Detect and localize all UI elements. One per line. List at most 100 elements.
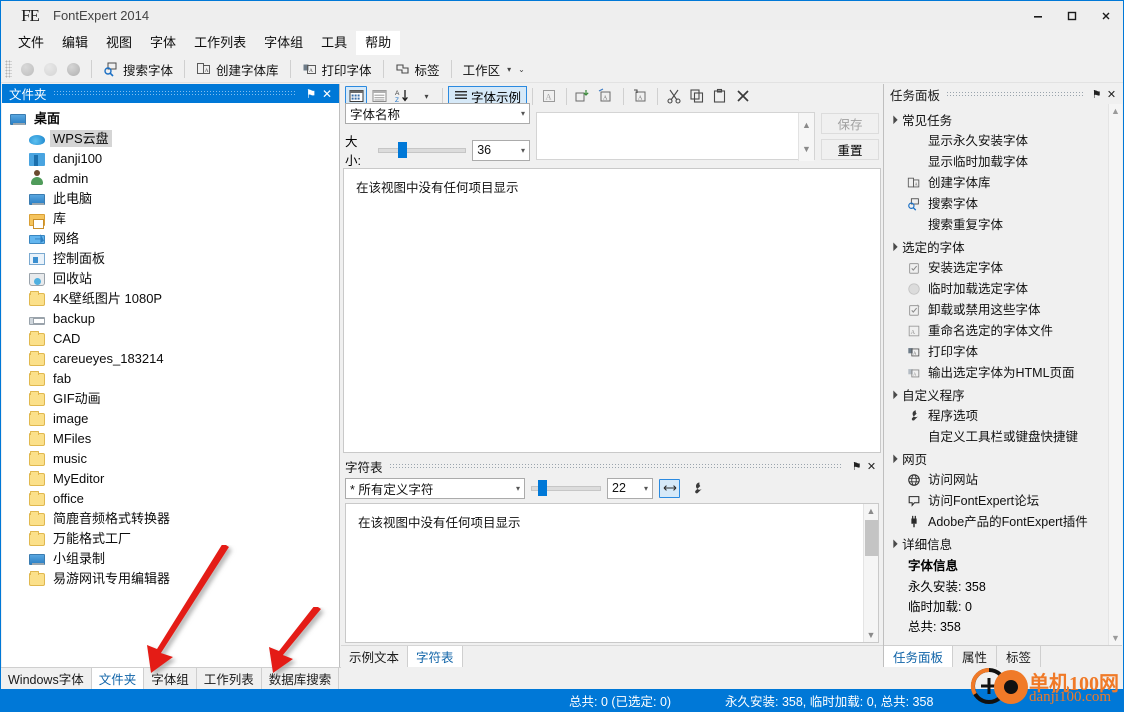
preview-text-box[interactable]: ▲ ▼ — [536, 112, 815, 161]
menu-font[interactable]: 字体 — [141, 31, 185, 55]
delete-icon[interactable] — [732, 86, 754, 106]
tree-item[interactable]: backup — [2, 308, 339, 328]
tree-item[interactable]: fab — [2, 368, 339, 388]
unload-font-icon[interactable]: A — [629, 86, 651, 106]
create-library-button[interactable]: A 创建字体库 — [191, 58, 284, 81]
install-font-icon[interactable] — [572, 86, 594, 106]
paste-icon[interactable] — [709, 86, 731, 106]
save-button[interactable]: 保存 — [821, 112, 879, 134]
nav-forward-icon[interactable] — [44, 62, 57, 76]
menu-view[interactable]: 视图 — [97, 31, 141, 55]
task-section-header[interactable]: ◢ 自定义程序 — [884, 383, 1122, 405]
tree-item[interactable]: CAD — [2, 328, 339, 348]
task-item[interactable]: 临时加载选定字体 — [884, 278, 1122, 299]
tree-item[interactable]: 桌面 — [2, 108, 339, 128]
left-tab[interactable]: 文件夹 — [91, 668, 145, 689]
collapse-triangle-icon[interactable]: ◢ — [888, 114, 899, 125]
scrollbar-thumb[interactable] — [865, 520, 878, 556]
tree-item[interactable]: office — [2, 488, 339, 508]
tree-item[interactable]: 回收站 — [2, 268, 339, 288]
right-tab[interactable]: 任务面板 — [884, 646, 954, 667]
minimize-button[interactable] — [1021, 1, 1055, 31]
charmap-size-slider[interactable] — [531, 479, 601, 497]
tree-item[interactable]: 小组录制 — [2, 548, 339, 568]
charmap-size-combo[interactable]: 22 ▾ — [607, 477, 653, 499]
tree-item[interactable]: music — [2, 448, 339, 468]
charset-filter-combo[interactable]: * 所有定义字符 ▾ — [345, 477, 525, 499]
task-item[interactable]: 访问网站 — [884, 469, 1122, 490]
chevron-down-icon[interactable]: ▾ — [644, 484, 648, 493]
tree-item[interactable]: GIF动画 — [2, 388, 339, 408]
task-item[interactable]: A 创建字体库 — [884, 172, 1122, 193]
task-item[interactable]: 卸载或禁用这些字体 — [884, 299, 1122, 320]
close-button[interactable] — [1089, 1, 1123, 31]
scroll-up-icon[interactable]: ▲ — [867, 504, 876, 516]
center-tab[interactable]: 示例文本 — [341, 646, 409, 667]
tree-item[interactable]: 简鹿音频格式转换器 — [2, 508, 339, 528]
close-icon[interactable]: ✕ — [864, 460, 879, 473]
scroll-down-icon[interactable]: ▼ — [1111, 633, 1120, 643]
close-icon[interactable]: ✕ — [1104, 88, 1119, 101]
task-item[interactable]: A 输出选定字体为HTML页面 — [884, 362, 1122, 383]
task-item[interactable]: Adobe产品的FontExpert插件 — [884, 511, 1122, 532]
chevron-down-icon[interactable]: ▾ — [521, 146, 525, 155]
workspace-button[interactable]: 工作区 ▾ ⌄ — [458, 58, 530, 81]
cut-icon[interactable] — [663, 86, 685, 106]
task-item[interactable]: 搜索字体 — [884, 193, 1122, 214]
menu-edit[interactable]: 编辑 — [53, 31, 97, 55]
maximize-button[interactable] — [1055, 1, 1089, 31]
left-tab[interactable]: 工作列表 — [197, 668, 262, 689]
size-slider[interactable] — [378, 141, 467, 159]
load-font-icon[interactable]: A — [595, 86, 617, 106]
tree-item[interactable]: 控制面板 — [2, 248, 339, 268]
tree-item[interactable]: careueyes_183214 — [2, 348, 339, 368]
right-tab[interactable]: 标签 — [997, 646, 1042, 667]
preview-spinner[interactable]: ▲ ▼ — [798, 113, 814, 161]
left-tab[interactable]: Windows字体 — [1, 668, 92, 689]
menu-help[interactable]: 帮助 — [356, 31, 401, 55]
tree-item[interactable]: admin — [2, 168, 339, 188]
left-tab[interactable]: 数据库搜索 — [262, 668, 340, 689]
tree-item[interactable]: 此电脑 — [2, 188, 339, 208]
tree-item[interactable]: 库 — [2, 208, 339, 229]
tree-item[interactable]: danji100 — [2, 148, 339, 168]
task-panel-body[interactable]: ◢ 常见任务 显示永久安装字体 显示临时加载字体 A 创建字体库 搜索字体 搜索重复字体 ◢ 选定… — [884, 104, 1122, 645]
tree-item[interactable]: image — [2, 408, 339, 428]
menu-file[interactable]: 文件 — [9, 31, 53, 55]
left-tab[interactable]: 字体组 — [144, 668, 197, 689]
tree-item[interactable]: WPS云盘 — [2, 128, 339, 148]
spin-up-icon[interactable]: ▲ — [802, 120, 811, 130]
right-tab[interactable]: 属性 — [953, 646, 998, 667]
nav-back-icon[interactable] — [21, 62, 34, 76]
spin-down-icon[interactable]: ▼ — [802, 144, 811, 154]
task-item[interactable]: A 重命名选定的字体文件 — [884, 320, 1122, 341]
task-section-header[interactable]: ◢ 网页 — [884, 447, 1122, 469]
task-item[interactable]: 自定义工具栏或键盘快捷键 — [884, 426, 1122, 447]
search-font-button[interactable]: 搜索字体 — [98, 58, 178, 81]
task-item[interactable]: 访问FontExpert论坛 — [884, 490, 1122, 511]
print-font-button[interactable]: A 打印字体 — [297, 58, 377, 81]
folder-tree[interactable]: 桌面 WPS云盘 danji100 admin 此电脑库网络 控制面板 回收站 4K壁纸图片 … — [2, 103, 339, 667]
fit-width-icon[interactable] — [659, 478, 680, 498]
task-section-header[interactable]: ◢ 详细信息 — [884, 532, 1122, 554]
menu-worklist[interactable]: 工作列表 — [185, 31, 255, 55]
pin-icon[interactable]: ⚑ — [849, 460, 864, 473]
chevron-down-icon[interactable]: ▾ — [521, 109, 525, 118]
center-tab[interactable]: 字符表 — [408, 646, 463, 667]
tree-item[interactable]: 4K壁纸图片 1080P — [2, 288, 339, 308]
task-item[interactable]: A 打印字体 — [884, 341, 1122, 362]
close-icon[interactable]: ✕ — [319, 87, 335, 101]
font-box-icon[interactable]: A — [538, 86, 560, 106]
task-section-header[interactable]: ◢ 常见任务 — [884, 108, 1122, 130]
collapse-triangle-icon[interactable]: ◢ — [888, 389, 899, 400]
tree-item[interactable]: 网络 — [2, 228, 339, 248]
copy-icon[interactable] — [686, 86, 708, 106]
scroll-down-icon[interactable]: ▼ — [867, 630, 876, 642]
collapse-triangle-icon[interactable]: ◢ — [888, 453, 899, 464]
task-item[interactable]: 显示永久安装字体 — [884, 130, 1122, 151]
character-map-view[interactable]: 在该视图中没有任何项目显示 ▲ ▼ — [345, 503, 879, 643]
task-item[interactable]: 程序选项 — [884, 405, 1122, 426]
tree-item[interactable]: 万能格式工厂 — [2, 528, 339, 548]
menu-tools[interactable]: 工具 — [312, 31, 356, 55]
reset-button[interactable]: 重置 — [821, 138, 879, 160]
